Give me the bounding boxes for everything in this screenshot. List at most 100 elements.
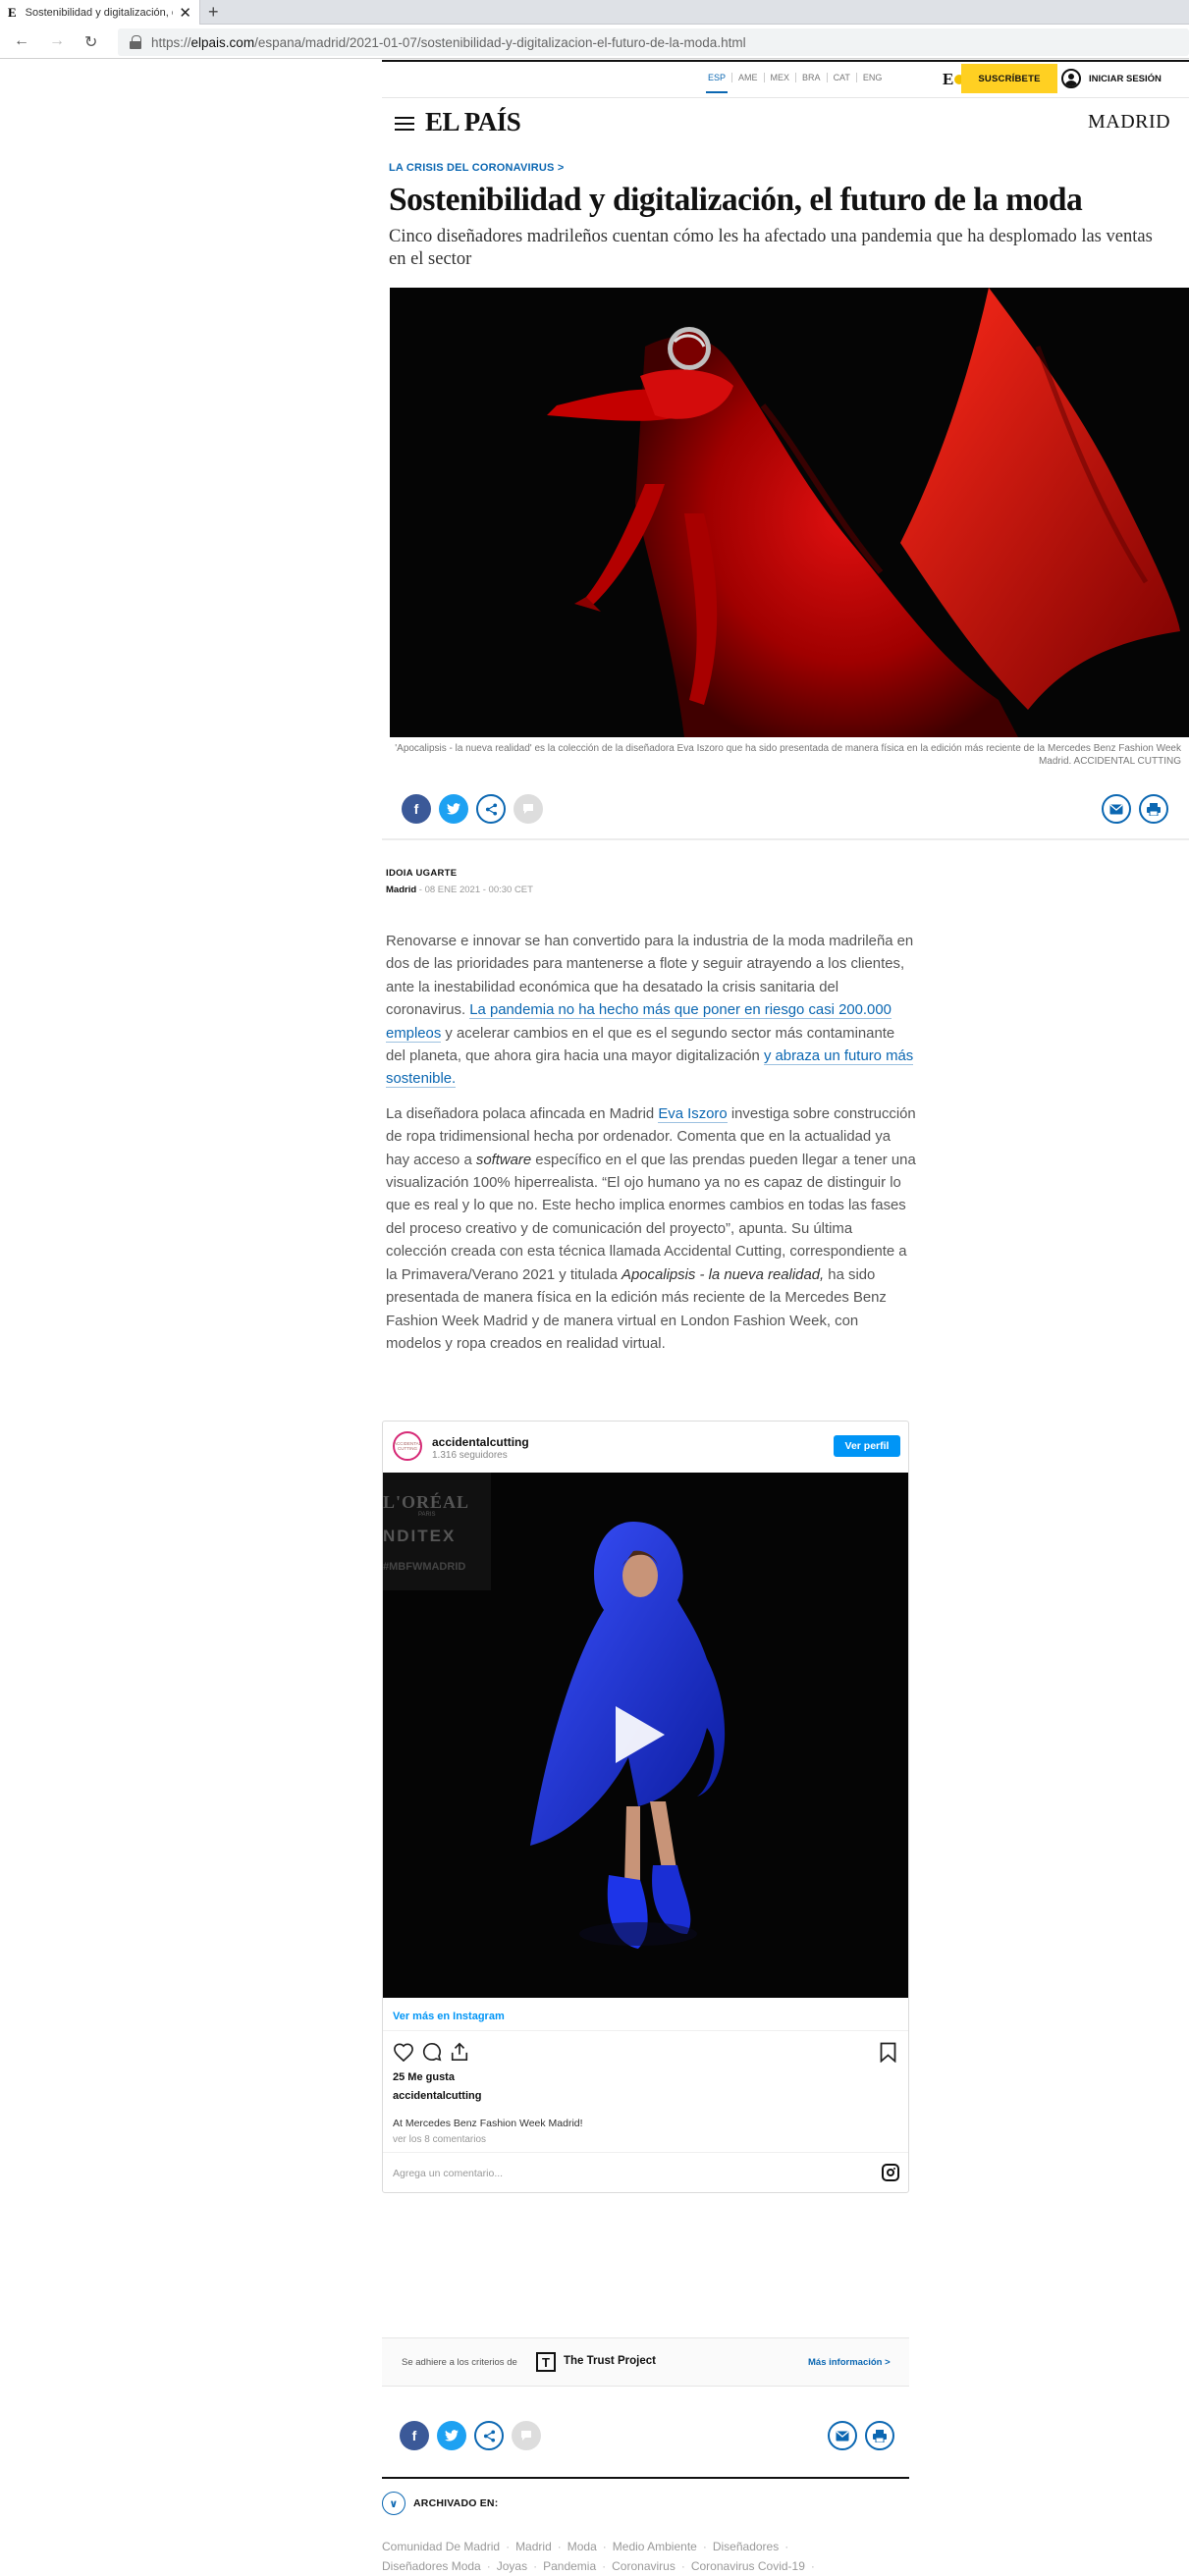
share-icon[interactable] xyxy=(476,794,506,824)
paragraph-2: La diseñadora polaca afincada en Madrid … xyxy=(386,1105,916,1352)
article-body: Renovarse e innovar se han convertido pa… xyxy=(386,931,916,1368)
instagram-icon[interactable] xyxy=(882,2164,899,2181)
tag-link[interactable]: Diseñadores xyxy=(713,2540,779,2553)
sponsor-inditex: NDITEX xyxy=(383,1527,457,1545)
trust-project-banner: Se adhiere a los criterios de T The Trus… xyxy=(382,2337,909,2387)
instagram-username[interactable]: accidentalcutting xyxy=(432,1435,529,1449)
site-logo[interactable]: EL PAÍS xyxy=(425,107,521,137)
tags-line-1: Comunidad De Madrid · Madrid · Moda · Medio Am… xyxy=(382,2540,789,2553)
view-comments-link[interactable]: ver los 8 comentarios xyxy=(393,2134,486,2145)
share-outline-icon[interactable] xyxy=(450,2042,469,2062)
chevron-right-icon: > xyxy=(554,162,565,174)
mail-icon[interactable] xyxy=(1102,794,1131,824)
instagram-owner[interactable]: accidentalcutting xyxy=(393,2090,481,2102)
login-button[interactable]: INICIAR SESIÓN xyxy=(1061,66,1162,91)
section-title[interactable]: MADRID xyxy=(1088,111,1170,134)
hero-image xyxy=(390,288,1189,737)
edition-eng[interactable]: ENG xyxy=(855,73,889,82)
hero-caption: 'Apocalipsis - la nueva realidad' es la … xyxy=(395,743,1181,767)
tag-link[interactable]: Madrid xyxy=(515,2540,552,2553)
chevron-down-icon[interactable]: ∨ xyxy=(382,2492,405,2515)
top-rule xyxy=(382,60,1189,62)
instagram-divider-2 xyxy=(383,2152,908,2153)
bookmark-icon[interactable] xyxy=(880,2042,896,2063)
share-bar-top: f xyxy=(382,781,1189,840)
instagram-video[interactable]: L'ORÉAL PARIS NDITEX #MBFWMADRID xyxy=(383,1473,908,1998)
add-comment-field[interactable]: Agrega un comentario... xyxy=(393,2168,503,2179)
trust-project-name: The Trust Project xyxy=(564,2355,656,2367)
facebook-icon[interactable]: f xyxy=(402,794,431,824)
comment-icon[interactable] xyxy=(513,794,543,824)
tag-link[interactable]: Medio Ambiente xyxy=(613,2540,697,2553)
login-label: INICIAR SESIÓN xyxy=(1089,73,1162,84)
reload-icon[interactable]: ↻ xyxy=(84,32,97,52)
user-icon xyxy=(1061,69,1081,88)
article-kicker[interactable]: LA CRISIS DEL CORONAVIRUS > xyxy=(389,162,564,174)
article-author[interactable]: IDOIA UGARTE xyxy=(386,868,457,879)
subscribe-button[interactable]: SUSCRÍBETE xyxy=(961,64,1057,93)
close-tab-icon[interactable]: ✕ xyxy=(179,4,191,22)
browser-tab[interactable]: E Sostenibilidad y digitalización, el ✕ xyxy=(0,0,200,25)
twitter-icon[interactable] xyxy=(439,794,468,824)
tab-title: Sostenibilidad y digitalización, el xyxy=(25,6,174,19)
facebook-icon[interactable]: f xyxy=(400,2421,429,2450)
mail-icon[interactable] xyxy=(828,2421,857,2450)
twitter-icon[interactable] xyxy=(437,2421,466,2450)
article-subtitle: Cinco diseñadores madrileños cuentan cóm… xyxy=(389,227,1153,269)
url-path: /espana/madrid/2021-01-07/sostenibilidad… xyxy=(254,34,746,50)
tag-link[interactable]: Joyas xyxy=(497,2559,527,2573)
view-profile-button[interactable]: Ver perfil xyxy=(834,1435,900,1457)
url-prefix: https:// xyxy=(151,34,191,50)
see-more-instagram-link[interactable]: Ver más en Instagram xyxy=(393,2011,505,2022)
lock-icon xyxy=(130,35,141,49)
sponsor-paris: PARIS xyxy=(418,1512,436,1518)
print-icon[interactable] xyxy=(865,2421,894,2450)
instagram-followers: 1.316 seguidores xyxy=(432,1450,508,1461)
edition-cat[interactable]: CAT xyxy=(826,73,856,82)
link-eva-iszoro[interactable]: Eva Iszoro xyxy=(658,1105,728,1123)
more-info-link[interactable]: Más información > xyxy=(808,2357,891,2368)
edition-selector: ESP AME MEX BRA CAT ENG xyxy=(702,73,889,93)
tags-line-2: Diseñadores Moda · Joyas · Pandemia · Coronavi… xyxy=(382,2559,815,2573)
header-divider xyxy=(382,97,1189,98)
archive-tags: Comunidad De Madrid · Madrid · Moda · Medio Am… xyxy=(382,2537,909,2576)
article-dateline: Madrid - 08 ENE 2021 - 00:30 CET xyxy=(386,885,533,895)
instagram-likes: 25 Me gusta xyxy=(393,2071,455,2083)
instagram-embed: ACCIDENTAL CUTTING accidentalcutting 1.3… xyxy=(382,1421,909,2193)
back-icon[interactable]: ← xyxy=(14,32,29,50)
share-icon[interactable] xyxy=(474,2421,504,2450)
share-bar-bottom: f xyxy=(382,2416,909,2455)
new-tab-icon[interactable]: + xyxy=(208,2,219,23)
tag-link[interactable]: Coronavirus Covid-19 xyxy=(691,2559,805,2573)
forward-icon[interactable]: → xyxy=(49,32,65,50)
favicon-icon: E xyxy=(8,4,17,20)
browser-tab-bar: E Sostenibilidad y digitalización, el ✕ … xyxy=(0,0,1189,25)
edition-mex[interactable]: MEX xyxy=(763,73,796,82)
red-gown-figure-image xyxy=(390,288,1189,737)
edition-bra[interactable]: BRA xyxy=(795,73,827,82)
heart-icon[interactable] xyxy=(393,2042,414,2062)
archive-divider xyxy=(382,2477,909,2479)
tag-link[interactable]: Comunidad De Madrid xyxy=(382,2540,500,2553)
tag-link[interactable]: Coronavirus xyxy=(612,2559,676,2573)
tag-link[interactable]: Pandemia xyxy=(543,2559,596,2573)
edition-ame[interactable]: AME xyxy=(731,73,764,82)
article-location: Madrid xyxy=(386,885,417,895)
trust-project-icon: T xyxy=(536,2352,556,2372)
sponsor-loreal: L'ORÉAL xyxy=(383,1492,470,1512)
comment-bubble-icon[interactable] xyxy=(422,2042,442,2062)
avatar[interactable]: ACCIDENTAL CUTTING xyxy=(393,1431,422,1461)
menu-icon[interactable] xyxy=(395,117,414,131)
url-field[interactable]: https://elpais.com/espana/madrid/2021-01… xyxy=(118,28,1189,56)
play-icon[interactable] xyxy=(616,1706,665,1763)
trust-lead: Se adhiere a los criterios de xyxy=(402,2357,517,2368)
paragraph-1: Renovarse e innovar se han convertido pa… xyxy=(386,934,914,1089)
tag-link[interactable]: Diseñadores Moda xyxy=(382,2559,481,2573)
comment-icon[interactable] xyxy=(512,2421,541,2450)
instagram-divider xyxy=(383,2030,908,2031)
instagram-caption: At Mercedes Benz Fashion Week Madrid! xyxy=(393,2118,583,2129)
edition-esp[interactable]: ESP xyxy=(702,73,731,93)
print-icon[interactable] xyxy=(1139,794,1168,824)
article-date: - 08 ENE 2021 - 00:30 CET xyxy=(416,885,533,895)
tag-link[interactable]: Moda xyxy=(567,2540,597,2553)
